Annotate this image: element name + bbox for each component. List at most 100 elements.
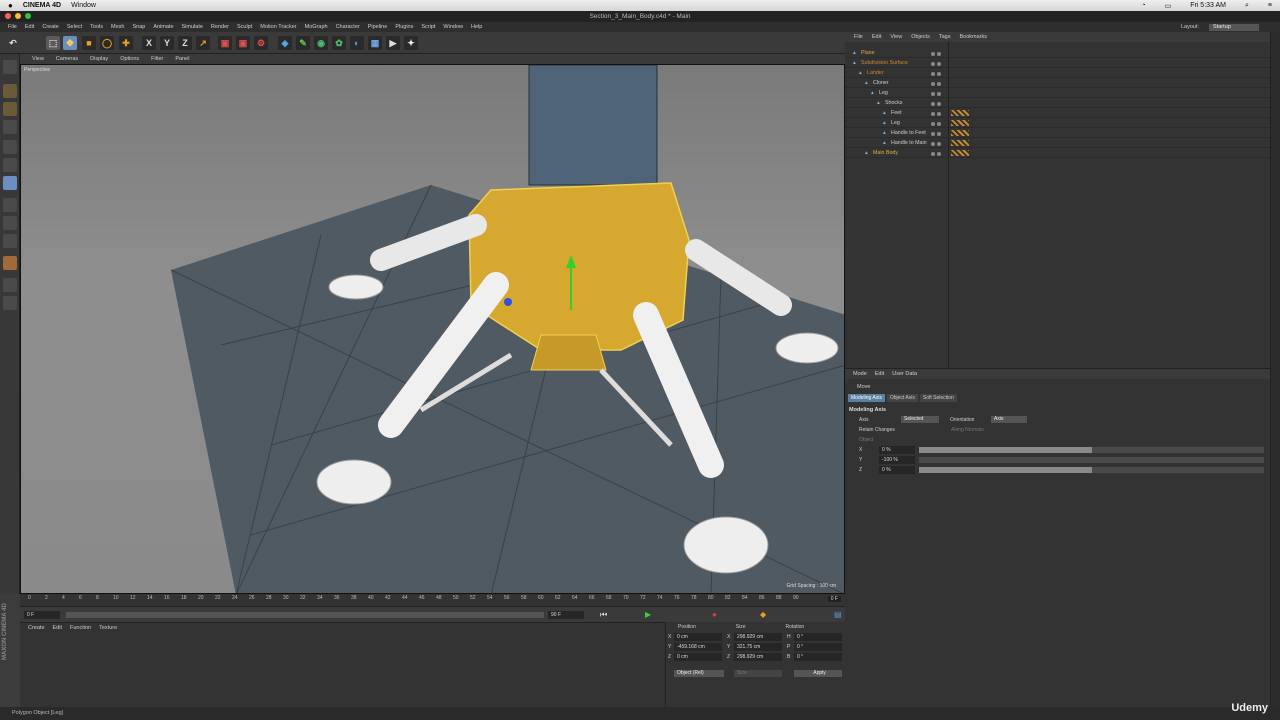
editor-visibility-icon[interactable] xyxy=(931,62,935,66)
coordinate-system-icon[interactable]: ↗ xyxy=(196,36,210,50)
object-name[interactable]: Leg xyxy=(879,88,888,98)
visibility-flags[interactable] xyxy=(931,90,945,96)
visibility-flags[interactable] xyxy=(931,80,945,86)
menu-edit[interactable]: Edit xyxy=(25,24,34,30)
render-visibility-icon[interactable] xyxy=(937,52,941,56)
render-visibility-icon[interactable] xyxy=(937,122,941,126)
render-visibility-icon[interactable] xyxy=(937,92,941,96)
size-field[interactable]: 298.929 cm xyxy=(734,653,782,661)
battery-icon[interactable]: ▭ xyxy=(1165,2,1172,10)
object-row[interactable]: ▴ Shocks xyxy=(845,98,1270,108)
slider-value-field[interactable]: 0 % xyxy=(879,446,915,454)
object-row[interactable]: ▴ Handle to Feet xyxy=(845,128,1270,138)
menu-script[interactable]: Script xyxy=(421,24,435,30)
object-name[interactable]: Subdivision Surface xyxy=(861,58,908,68)
editor-visibility-icon[interactable] xyxy=(931,112,935,116)
object-menu-file[interactable]: File xyxy=(854,34,863,40)
visibility-flags[interactable] xyxy=(931,120,945,126)
points-mode-icon[interactable] xyxy=(3,140,17,154)
menu-snap[interactable]: Snap xyxy=(132,24,145,30)
move-icon[interactable]: ✥ xyxy=(63,36,77,50)
size-field[interactable]: 298.929 cm xyxy=(734,633,782,641)
editor-visibility-icon[interactable] xyxy=(931,142,935,146)
object-name[interactable]: Feet xyxy=(891,108,902,118)
timeline-ruler[interactable]: 0 F 0 2 4 6 8 10 12 14 16 18 20 22 24 26 28 30 32 34 36 38 4… xyxy=(20,594,845,606)
object-menu-objects[interactable]: Objects xyxy=(911,34,930,40)
keyframe-icon[interactable]: ◆ xyxy=(760,610,766,619)
object-row[interactable]: ▴ Feet xyxy=(845,108,1270,118)
viewport-menu-filter[interactable]: Filter xyxy=(151,56,163,62)
rotation-field[interactable]: 0 ° xyxy=(794,653,842,661)
object-name[interactable]: Plane xyxy=(861,48,875,58)
editor-visibility-icon[interactable] xyxy=(931,72,935,76)
visibility-flags[interactable] xyxy=(931,100,945,106)
object-name[interactable]: Handle to Feet xyxy=(891,128,926,138)
menu-plugins[interactable]: Plugins xyxy=(395,24,413,30)
render-visibility-icon[interactable] xyxy=(937,102,941,106)
material-menu-edit[interactable]: Edit xyxy=(53,625,62,631)
along-normals-checkbox[interactable]: Along Normals xyxy=(951,427,984,433)
object-name[interactable]: Main Body xyxy=(873,148,898,158)
visibility-flags[interactable] xyxy=(931,130,945,136)
edges-mode-icon[interactable] xyxy=(3,158,17,172)
render-view-icon[interactable]: ▣ xyxy=(218,36,232,50)
object-row[interactable]: ▴ Plane xyxy=(845,48,1270,58)
camera-icon[interactable]: ▶ xyxy=(386,36,400,50)
menu-render[interactable]: Render xyxy=(211,24,229,30)
undo-icon[interactable]: ↶ xyxy=(6,36,20,50)
tab-object-axis[interactable]: Object Axis xyxy=(886,394,918,402)
menu-window[interactable]: Window xyxy=(443,24,463,30)
render-visibility-icon[interactable] xyxy=(937,62,941,66)
close-button[interactable] xyxy=(5,13,11,19)
phong-tag-icon[interactable] xyxy=(951,140,969,146)
editor-visibility-icon[interactable] xyxy=(931,122,935,126)
search-icon[interactable]: ⌕ xyxy=(1245,2,1249,10)
retain-changes-checkbox[interactable]: Retain Changes xyxy=(859,427,895,433)
start-frame-field[interactable]: 0 F xyxy=(24,611,60,619)
deformer-icon[interactable]: ◐ xyxy=(350,36,364,50)
orientation-select[interactable]: Axis xyxy=(991,416,1027,423)
phong-tag-icon[interactable] xyxy=(951,130,969,136)
viewport-menu-panel[interactable]: Panel xyxy=(175,56,189,62)
record-icon[interactable]: ● xyxy=(712,610,717,619)
menu-pipeline[interactable]: Pipeline xyxy=(368,24,388,30)
apply-button[interactable]: Apply xyxy=(794,670,842,677)
axis-mode-icon[interactable] xyxy=(3,198,17,212)
subdivision-icon[interactable]: ◉ xyxy=(314,36,328,50)
object-row[interactable]: ▴ Subdivision Surface xyxy=(845,58,1270,68)
visibility-flags[interactable] xyxy=(931,50,945,56)
end-frame-field[interactable]: 90 F xyxy=(548,611,584,619)
render-settings-icon[interactable]: ⚙ xyxy=(254,36,268,50)
editor-visibility-icon[interactable] xyxy=(931,52,935,56)
phong-tag-icon[interactable] xyxy=(951,110,969,116)
axis-select[interactable]: Selected xyxy=(901,416,939,423)
menu-file[interactable]: File xyxy=(8,24,17,30)
material-menu-function[interactable]: Function xyxy=(70,625,91,631)
attribute-menu-user-data[interactable]: User Data xyxy=(892,371,917,377)
menu-create[interactable]: Create xyxy=(42,24,59,30)
editor-visibility-icon[interactable] xyxy=(931,82,935,86)
solo-icon[interactable] xyxy=(3,296,17,310)
editor-visibility-icon[interactable] xyxy=(931,152,935,156)
menu-character[interactable]: Character xyxy=(336,24,360,30)
viewport-menu-display[interactable]: Display xyxy=(90,56,108,62)
go-to-start-icon[interactable]: ⏮ xyxy=(600,610,607,620)
menu-select[interactable]: Select xyxy=(67,24,82,30)
layout-select[interactable]: Startup xyxy=(1209,23,1259,31)
z-axis-handle[interactable] xyxy=(504,298,512,306)
snap-icon[interactable] xyxy=(3,234,17,248)
slider-value-field[interactable]: -100 % xyxy=(879,456,915,464)
editor-visibility-icon[interactable] xyxy=(931,102,935,106)
object-name[interactable]: Handle to Main xyxy=(891,138,927,148)
render-visibility-icon[interactable] xyxy=(937,112,941,116)
viewport[interactable]: Perspective Grid Spacing : 100 cm xyxy=(20,64,845,594)
position-field[interactable]: 0 cm xyxy=(674,653,722,661)
object-name[interactable]: Shocks xyxy=(885,98,902,108)
visibility-flags[interactable] xyxy=(931,110,945,116)
editor-visibility-icon[interactable] xyxy=(931,132,935,136)
render-picture-viewer-icon[interactable]: ▣ xyxy=(236,36,250,50)
attribute-menu-edit[interactable]: Edit xyxy=(875,371,884,377)
rotation-field[interactable]: 0 ° xyxy=(794,643,842,651)
position-field[interactable]: 0 cm xyxy=(674,633,722,641)
rotate-icon[interactable]: ◯ xyxy=(100,36,114,50)
